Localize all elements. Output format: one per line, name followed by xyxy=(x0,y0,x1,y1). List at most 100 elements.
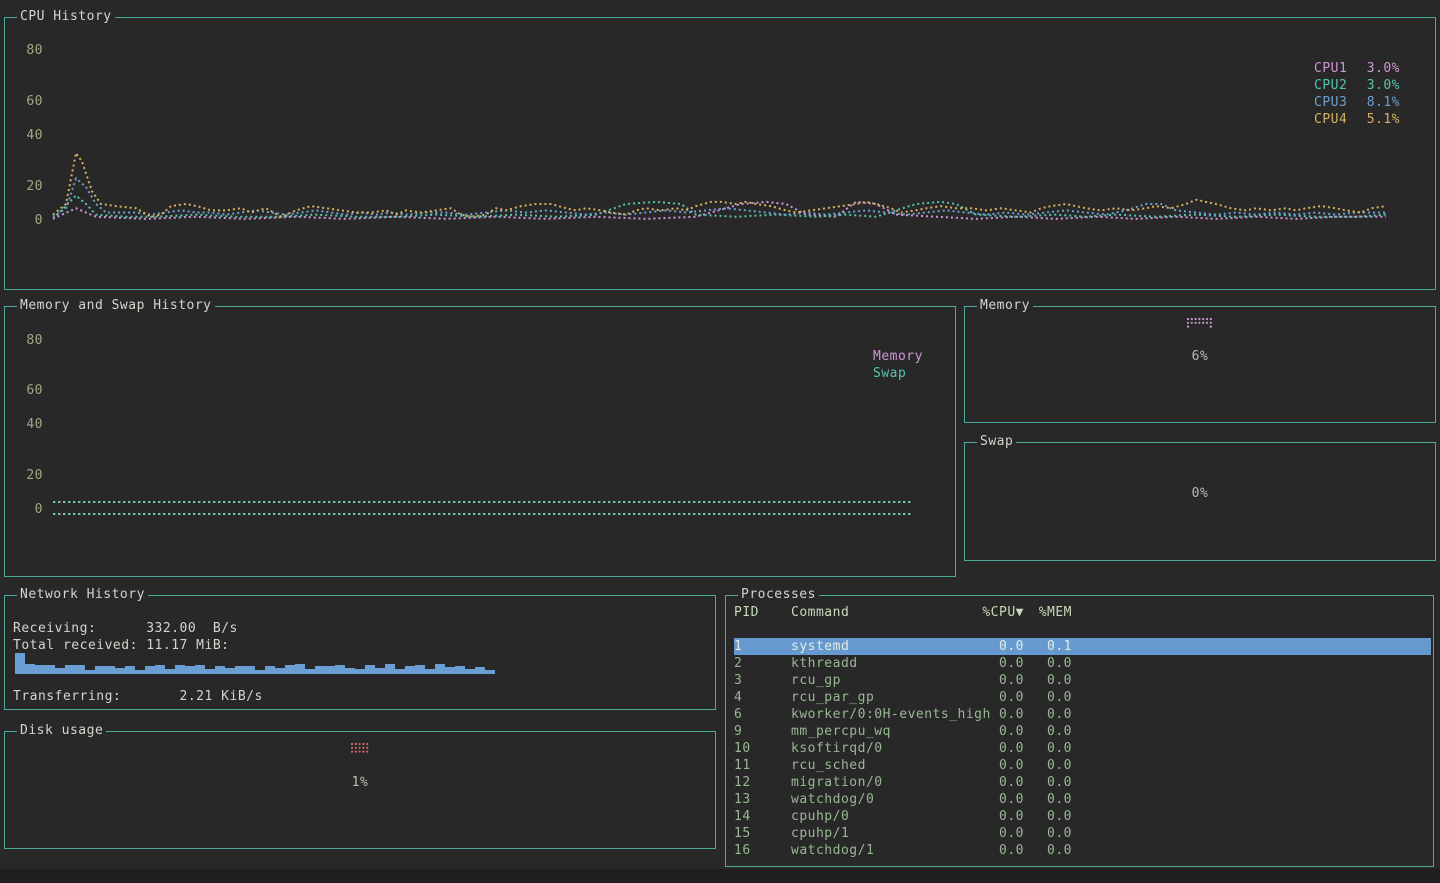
process-pid: 15 xyxy=(734,825,782,842)
swap-gauge-panel: Swap 0% xyxy=(964,442,1436,561)
process-mem: 0.0 xyxy=(1026,740,1072,757)
process-pid: 6 xyxy=(734,706,782,723)
cpu-legend-name: CPU3 xyxy=(1314,95,1347,110)
mem-legend-memory: Memory xyxy=(873,349,923,364)
process-row[interactable]: 10 ksoftirqd/0 0.00.0 xyxy=(734,740,1431,757)
process-command: kthreadd xyxy=(791,655,858,672)
process-cpu: 0.0 xyxy=(978,791,1024,808)
process-mem: 0.0 xyxy=(1026,689,1072,706)
header-pid[interactable]: PID xyxy=(734,604,782,621)
process-command: watchdog/1 xyxy=(791,842,874,859)
process-cpu: 0.0 xyxy=(978,655,1024,672)
process-pid: 10 xyxy=(734,740,782,757)
disk-gauge-dots xyxy=(5,742,715,756)
process-pid: 4 xyxy=(734,689,782,706)
process-pid: 11 xyxy=(734,757,782,774)
processes-title: Processes xyxy=(738,587,819,602)
process-pid: 16 xyxy=(734,842,782,859)
process-cpu: 0.0 xyxy=(978,774,1024,791)
cpu-history-chart xyxy=(5,18,1435,289)
process-mem: 0.0 xyxy=(1026,723,1072,740)
cpu-legend-name: CPU1 xyxy=(1314,61,1347,76)
process-cpu: 0.0 xyxy=(978,808,1024,825)
process-cpu: 0.0 xyxy=(978,825,1024,842)
process-mem: 0.0 xyxy=(1026,706,1072,723)
process-pid: 12 xyxy=(734,774,782,791)
process-mem: 0.0 xyxy=(1026,672,1072,689)
process-row[interactable]: 11rcu_sched0.00.0 xyxy=(734,757,1431,774)
disk-gauge-percent: 1% xyxy=(5,775,715,790)
network-history-title: Network History xyxy=(17,587,148,602)
process-cpu: 0.0 xyxy=(978,740,1024,757)
cpu-legend-entry: CPU3 8.1% xyxy=(1314,95,1400,110)
process-command: ksoftirqd/0 xyxy=(791,740,883,757)
process-mem: 0.0 xyxy=(1026,808,1072,825)
cpu-legend-entry: CPU1 3.0% xyxy=(1314,61,1400,76)
cpu-legend-value: 3.0% xyxy=(1367,61,1400,76)
cpu-legend-name: CPU4 xyxy=(1314,112,1347,127)
swap-gauge-percent: 0% xyxy=(965,486,1435,501)
process-command: systemd xyxy=(791,638,849,655)
mem-legend-swap: Swap xyxy=(873,366,906,381)
process-command: mm_percpu_wq xyxy=(791,723,891,740)
process-cpu: 0.0 xyxy=(978,689,1024,706)
disk-usage-title: Disk usage xyxy=(17,723,106,738)
process-mem: 0.0 xyxy=(1026,791,1072,808)
header-cpu-sort[interactable]: %CPU▼ xyxy=(978,604,1024,621)
process-row[interactable]: 9 mm_percpu_wq 0.00.0 xyxy=(734,723,1431,740)
memory-gauge-panel: Memory 6% xyxy=(964,306,1436,423)
cpu-legend-value: 5.1% xyxy=(1367,112,1400,127)
process-pid: 9 xyxy=(734,723,782,740)
process-mem: 0.0 xyxy=(1026,757,1072,774)
cpu-history-panel: CPU History 80 60 40 20 0 CPU13.0%CPU23.… xyxy=(4,17,1436,290)
mem-history-panel: Memory and Swap History 80 60 40 20 0 Me… xyxy=(4,306,956,577)
mem-history-chart xyxy=(5,307,955,576)
process-cpu: 0.0 xyxy=(978,638,1024,655)
process-cpu: 0.0 xyxy=(978,706,1024,723)
process-pid: 1 xyxy=(734,638,782,655)
process-pid: 14 xyxy=(734,808,782,825)
process-row[interactable]: 3rcu_gp0.00.0 xyxy=(734,672,1431,689)
header-mem[interactable]: %MEM xyxy=(1026,604,1072,621)
cpu-legend-value: 8.1% xyxy=(1367,95,1400,110)
swap-gauge-title: Swap xyxy=(977,434,1016,449)
memory-gauge-dots xyxy=(965,317,1435,331)
process-mem: 0.0 xyxy=(1026,825,1072,842)
process-command: migration/0 xyxy=(791,774,883,791)
cpu-legend-entry: CPU2 3.0% xyxy=(1314,78,1400,93)
memory-gauge-title: Memory xyxy=(977,298,1033,313)
process-mem: 0.0 xyxy=(1026,842,1072,859)
network-sparkline xyxy=(13,651,709,674)
process-command: watchdog/0 xyxy=(791,791,874,808)
process-row[interactable]: 16watchdog/10.00.0 xyxy=(734,842,1431,859)
process-command: rcu_par_gp xyxy=(791,689,874,706)
process-row-selected[interactable]: 1 systemd 0.00.1 xyxy=(734,638,1431,655)
process-command: cpuhp/1 xyxy=(791,825,849,842)
cpu-legend-entry: CPU4 5.1% xyxy=(1314,112,1400,127)
process-table-header: PID Command %CPU▼ %MEM xyxy=(734,604,1431,621)
cpu-legend-name: CPU2 xyxy=(1314,78,1347,93)
cpu-legend-value: 3.0% xyxy=(1367,78,1400,93)
process-row[interactable]: 6kworker/0:0H-events_high0.00.0 xyxy=(734,706,1431,723)
process-row[interactable]: 14 cpuhp/0 0.00.0 xyxy=(734,808,1431,825)
process-command: cpuhp/0 xyxy=(791,808,849,825)
process-row[interactable]: 15 cpuhp/1 0.00.0 xyxy=(734,825,1431,842)
header-command[interactable]: Command xyxy=(791,604,849,621)
memory-gauge-percent: 6% xyxy=(965,349,1435,364)
process-row[interactable]: 12migration/00.00.0 xyxy=(734,774,1431,791)
network-receiving-line: Receiving: 332.00 B/s xyxy=(13,621,238,636)
process-mem: 0.1 xyxy=(1026,638,1072,655)
process-pid: 2 xyxy=(734,655,782,672)
process-cpu: 0.0 xyxy=(978,723,1024,740)
processes-panel: Processes PID Command %CPU▼ %MEM 1system… xyxy=(725,595,1434,867)
process-command: rcu_sched xyxy=(791,757,866,774)
process-command: kworker/0:0H-events_high xyxy=(791,706,991,723)
process-mem: 0.0 xyxy=(1026,655,1072,672)
process-pid: 3 xyxy=(734,672,782,689)
process-row[interactable]: 4 rcu_par_gp 0.00.0 xyxy=(734,689,1431,706)
bottom-strip xyxy=(0,869,1440,883)
process-pid: 13 xyxy=(734,791,782,808)
process-row[interactable]: 13 watchdog/0 0.00.0 xyxy=(734,791,1431,808)
process-row[interactable]: 2 kthreadd 0.00.0 xyxy=(734,655,1431,672)
process-cpu: 0.0 xyxy=(978,672,1024,689)
